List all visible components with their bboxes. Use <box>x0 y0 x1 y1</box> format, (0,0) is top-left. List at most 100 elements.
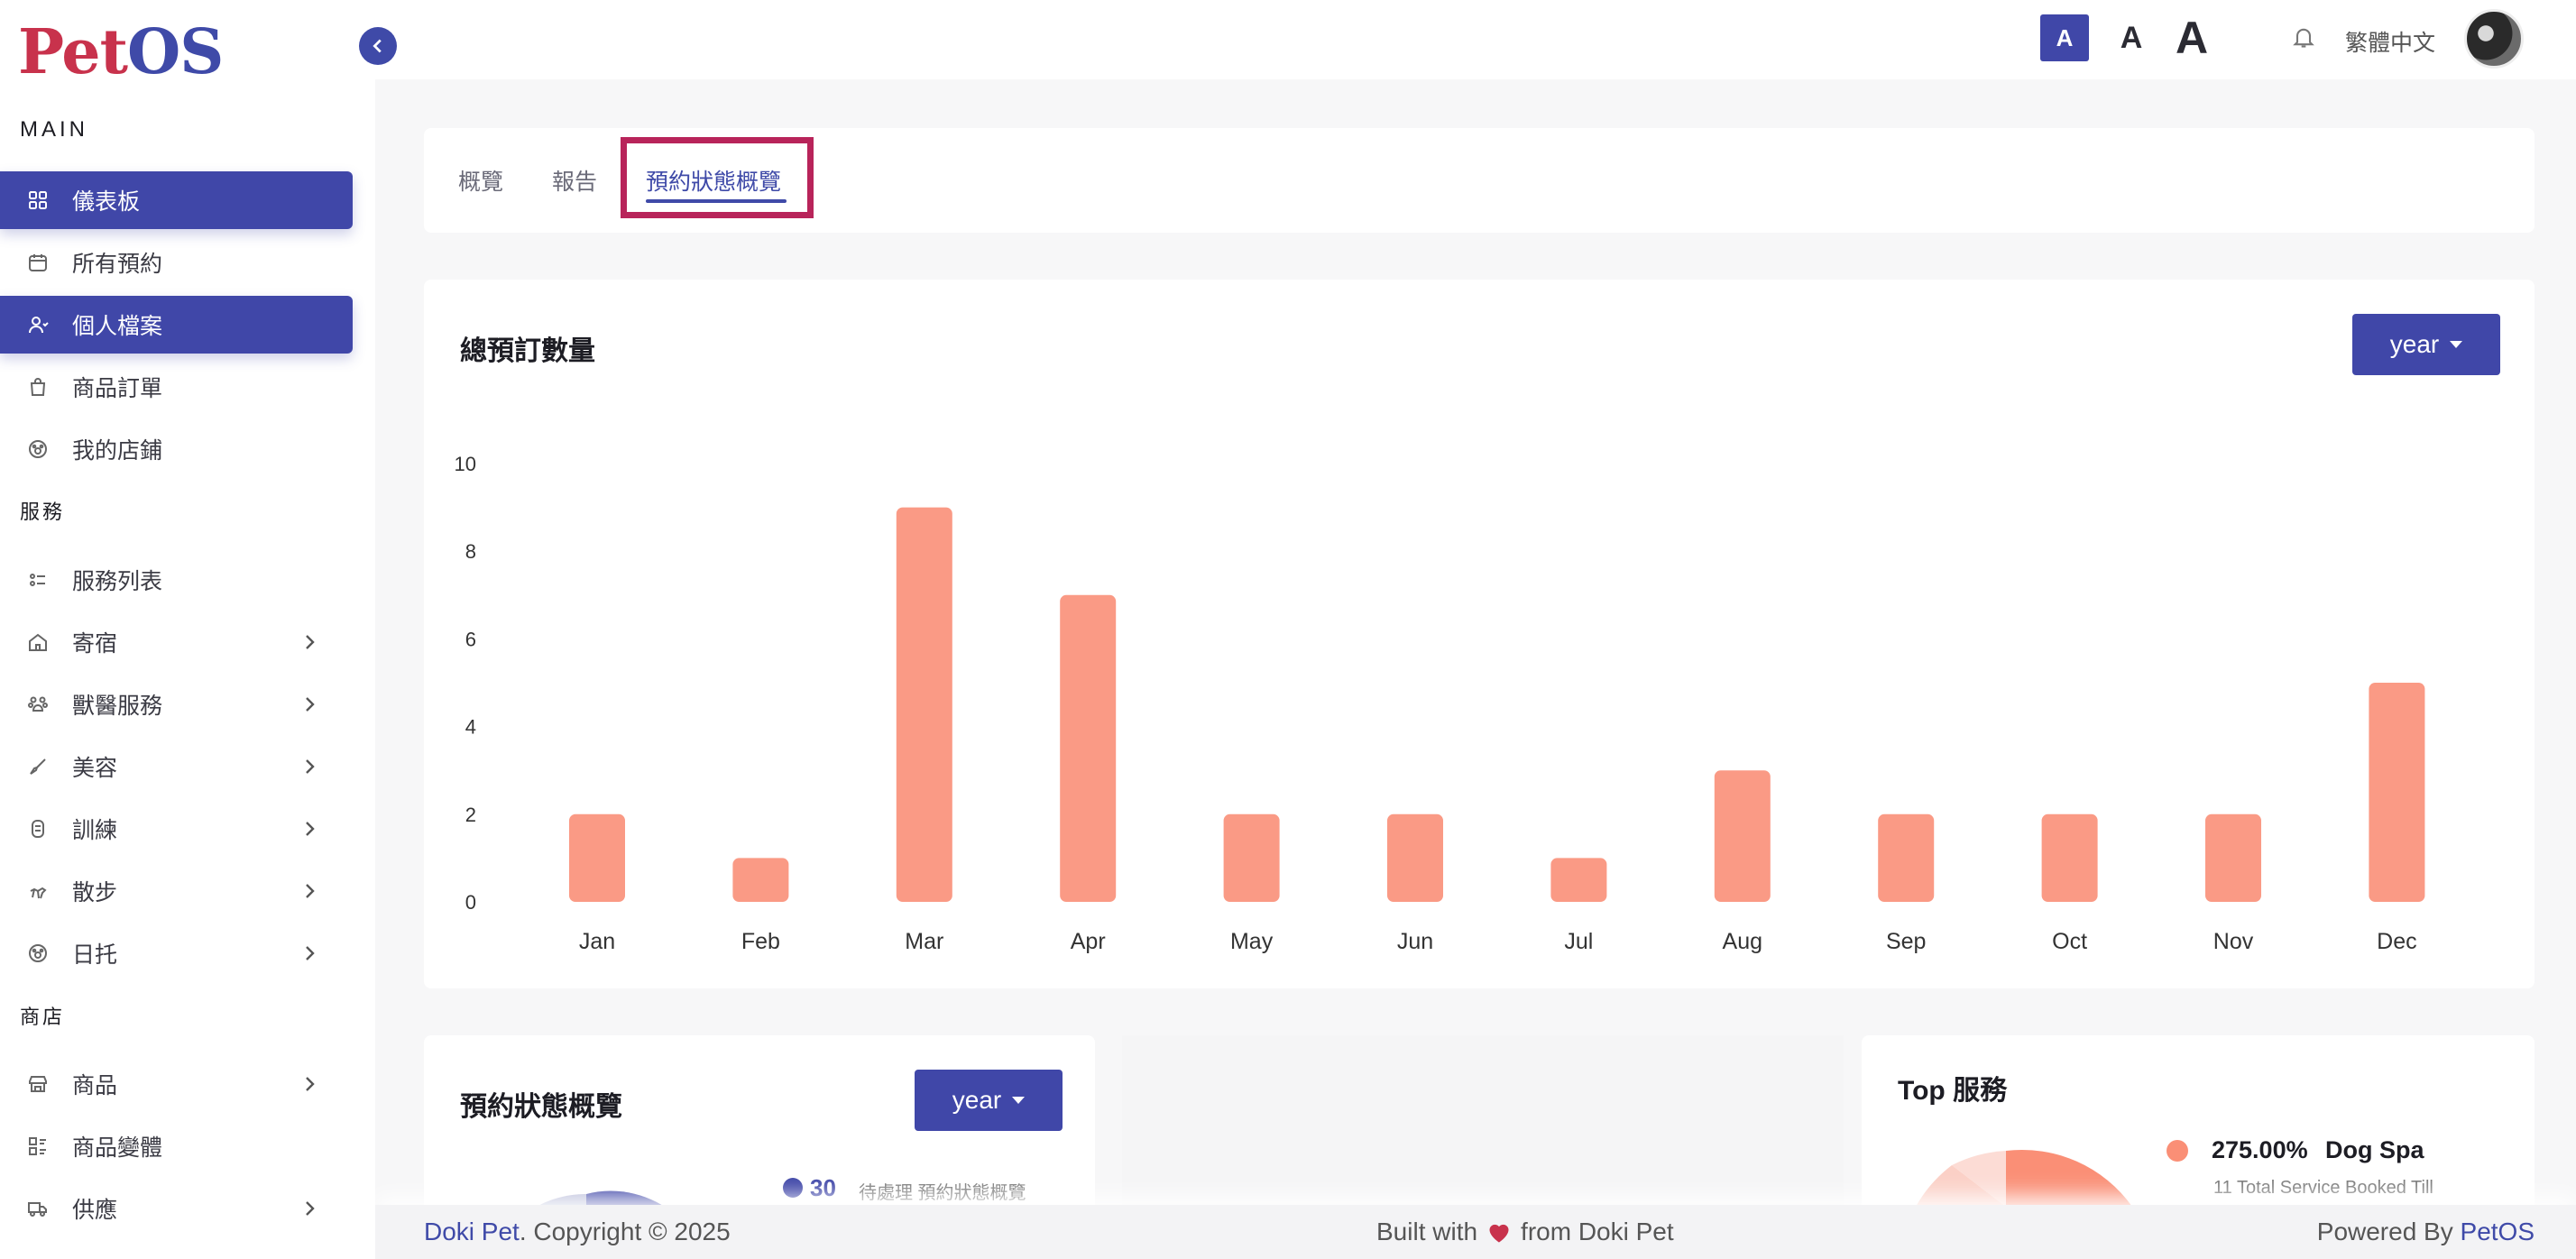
y-tick-label: 6 <box>465 628 476 650</box>
sidebar-item-label: 美容 <box>72 756 118 781</box>
footer-powered-pre: Powered By <box>2316 1218 2453 1245</box>
bar-apr[interactable] <box>1060 594 1117 902</box>
collapse-sidebar-button[interactable] <box>359 27 397 65</box>
footer-built-post: from Doki Pet <box>1521 1218 1674 1245</box>
bar-mar[interactable] <box>896 507 952 902</box>
bar-feb[interactable] <box>732 858 789 902</box>
footer-brand-link[interactable]: Doki Pet <box>424 1218 520 1245</box>
bar-nov[interactable] <box>2205 813 2261 902</box>
tab-highlight-box <box>621 137 814 218</box>
sidebar-item-vet-services[interactable]: 獸醫服務 <box>0 675 353 733</box>
total-bookings-card: 總預訂數量 year 0 2 4 6 8 10 Jan Feb Mar Apr May Jun Jul A… <box>424 280 2535 988</box>
service-subtext: 11 Total Service Booked Till <box>2213 1178 2433 1198</box>
service-legend-dot <box>2167 1140 2188 1162</box>
chevron-right-icon <box>306 946 315 960</box>
x-tick-label: Mar <box>905 929 943 954</box>
status-period-dropdown[interactable]: year <box>915 1070 1063 1131</box>
bag-icon <box>25 374 51 400</box>
sidebar-item-daycare[interactable]: 日托 <box>0 924 353 982</box>
top-services-title: Top 服務 <box>1898 1076 2008 1106</box>
booking-status-title: 預約狀態概覽 <box>460 1092 622 1122</box>
x-tick-label: Nov <box>2213 929 2254 954</box>
sidebar-item-dashboard[interactable]: 儀表板 <box>0 171 353 229</box>
sidebar-item-grooming[interactable]: 美容 <box>0 738 353 795</box>
sidebar-item-training[interactable]: 訓練 <box>0 800 353 858</box>
user-icon <box>25 312 51 337</box>
sidebar-item-label: 散步 <box>72 880 118 905</box>
legend-count: 30 <box>810 1174 836 1201</box>
sidebar-item-label: 商品訂單 <box>72 376 163 401</box>
footer: Doki Pet. Copyright © 2025 Built with fr… <box>375 1205 2576 1259</box>
sidebar-item-walking[interactable]: 散步 <box>0 862 353 920</box>
x-tick-label: May <box>1230 929 1274 954</box>
sidebar-item-label: 所有預約 <box>72 252 163 277</box>
y-tick-label: 0 <box>465 891 476 914</box>
store-icon <box>25 1071 51 1097</box>
petos-logo[interactable]: PetOS <box>18 16 224 88</box>
tab-reports[interactable]: 報告 <box>552 164 597 197</box>
language-selector[interactable]: 繁體中文 <box>2345 25 2435 58</box>
bar-dec[interactable] <box>2369 683 2425 902</box>
section-title-main: MAIN <box>20 117 88 142</box>
home-icon <box>25 630 51 655</box>
sidebar-item-service-list[interactable]: 服務列表 <box>0 551 353 609</box>
sidebar-item-products[interactable]: 商品 <box>0 1055 353 1113</box>
sidebar-item-bookings[interactable]: 所有預約 <box>0 234 353 291</box>
legend-dot <box>783 1178 803 1198</box>
sidebar-item-product-variants[interactable]: 商品變體 <box>0 1117 353 1175</box>
x-tick-label: Aug <box>1723 929 1762 954</box>
dog-walk-icon <box>25 878 51 904</box>
y-tick-label: 4 <box>465 716 476 739</box>
sidebar-item-label: 儀表板 <box>72 189 141 215</box>
bar-jun[interactable] <box>1387 813 1443 902</box>
y-tick-label: 8 <box>465 540 476 563</box>
sidebar-item-label: 個人檔案 <box>72 314 163 339</box>
sidebar-item-boarding[interactable]: 寄宿 <box>0 613 353 671</box>
daycare-icon <box>25 941 51 966</box>
bar-oct[interactable] <box>2041 813 2098 902</box>
avatar[interactable] <box>2464 9 2524 69</box>
truck-icon <box>25 1196 51 1221</box>
sidebar-item-profile[interactable]: 個人檔案 <box>0 296 353 354</box>
x-tick-label: Dec <box>2377 929 2416 954</box>
caret-down-icon <box>1012 1097 1026 1104</box>
sidebar: PetOS MAIN 儀表板 所有預約 個人檔案 商品訂單 我的店鋪 服務 服務… <box>0 0 375 1259</box>
legend-label: 待處理 預約狀態概覽 <box>859 1183 1026 1203</box>
font-size-small-button[interactable]: A <box>2040 14 2089 61</box>
sidebar-item-label: 我的店鋪 <box>72 438 163 464</box>
sidebar-item-supply[interactable]: 供應 <box>0 1180 353 1237</box>
bar-jul[interactable] <box>1550 858 1607 902</box>
footer-powered-by: Powered By PetOS <box>2317 1218 2535 1246</box>
sidebar-item-product-orders[interactable]: 商品訂單 <box>0 358 353 416</box>
heart-icon <box>1489 1224 1509 1243</box>
chevron-right-icon <box>306 822 315 836</box>
bell-icon[interactable] <box>2291 23 2316 55</box>
footer-copyright-text: . Copyright © 2025 <box>519 1218 731 1245</box>
bar-may[interactable] <box>1223 813 1280 902</box>
y-tick-label: 10 <box>455 453 476 475</box>
tab-overview[interactable]: 概覽 <box>458 164 503 197</box>
font-size-medium-button[interactable]: A <box>2107 14 2156 61</box>
x-tick-label: Jul <box>1564 929 1593 954</box>
section-title-services: 服務 <box>20 501 66 523</box>
chevron-right-icon <box>306 1201 315 1216</box>
calendar-icon <box>25 250 51 275</box>
chevron-right-icon <box>306 1077 315 1091</box>
bar-sep[interactable] <box>1878 813 1935 902</box>
variant-icon <box>25 1134 51 1159</box>
footer-built-pre: Built with <box>1376 1218 1478 1245</box>
sidebar-item-label: 訓練 <box>72 818 118 843</box>
x-tick-label: Apr <box>1071 929 1106 954</box>
footer-copyright: Doki Pet. Copyright © 2025 <box>424 1218 731 1246</box>
grid-icon <box>25 188 51 213</box>
list-icon <box>25 567 51 593</box>
bar-aug[interactable] <box>1714 770 1771 902</box>
font-size-large-button[interactable]: A <box>2163 13 2221 63</box>
paws-icon <box>25 692 51 717</box>
paw-icon <box>25 437 51 462</box>
sidebar-item-label: 獸醫服務 <box>72 694 163 719</box>
bar-jan[interactable] <box>569 813 625 902</box>
sidebar-item-my-store[interactable]: 我的店鋪 <box>0 420 353 478</box>
y-tick-label: 2 <box>465 804 476 826</box>
footer-powered-brand[interactable]: PetOS <box>2461 1218 2535 1245</box>
